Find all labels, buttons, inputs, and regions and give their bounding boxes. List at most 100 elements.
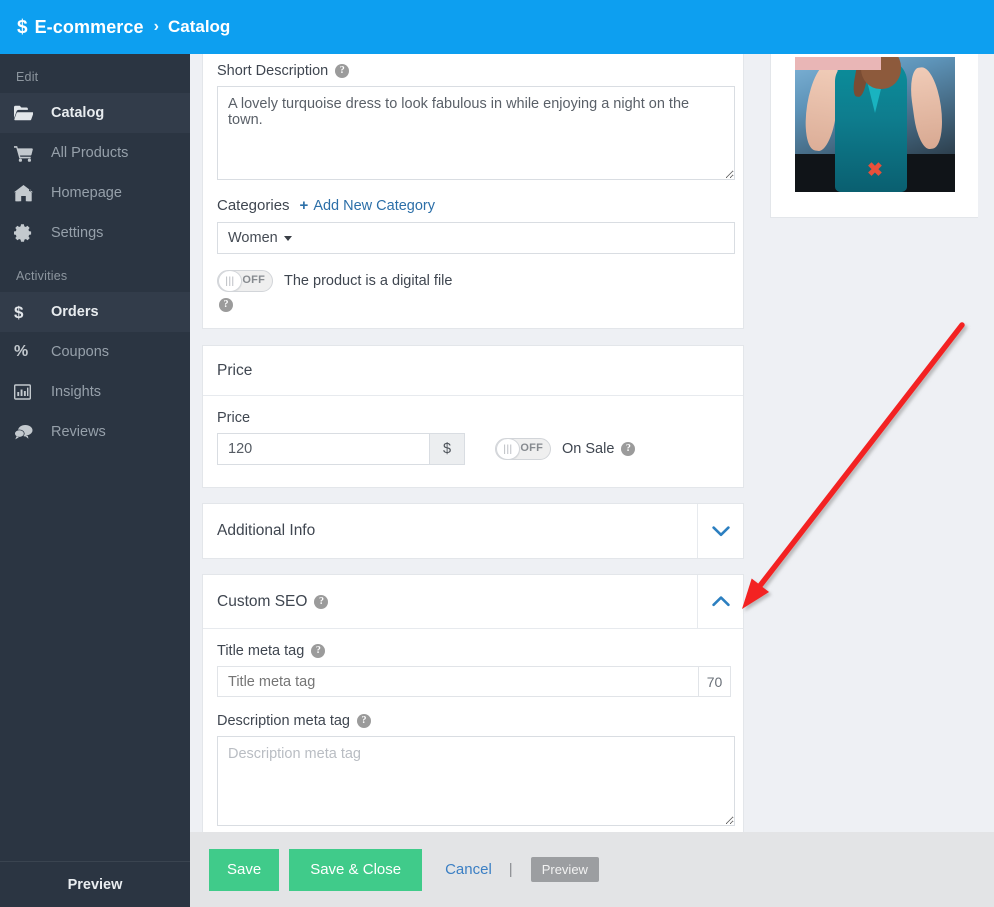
help-icon[interactable]: ? [219, 298, 233, 312]
price-card: Price Price $ OFF ||| [202, 345, 744, 488]
on-sale-toggle-state: OFF [520, 442, 543, 454]
main-content: Short Description ? A lovely turquoise d… [190, 54, 994, 907]
add-new-category-label: Add New Category [313, 197, 436, 214]
categories-label: Categories [217, 197, 290, 214]
preview-button[interactable]: Preview [530, 857, 599, 882]
price-field-label-text: Price [217, 410, 251, 426]
percent-icon: % [14, 343, 29, 360]
sidebar-item-label: Reviews [51, 423, 106, 440]
title-meta-label: Title meta tag ? [217, 643, 729, 659]
price-field-label: Price [217, 410, 729, 426]
sidebar-section-label-edit: Edit [16, 70, 39, 84]
home-icon [14, 184, 40, 202]
price-input[interactable] [217, 433, 429, 465]
sidebar: Edit Catalog All Products Homepage Setti… [0, 54, 190, 907]
digital-file-toggle-state: OFF [242, 274, 265, 286]
product-details-card: Short Description ? A lovely turquoise d… [202, 54, 744, 329]
brand-name[interactable]: E-commerce [35, 17, 144, 38]
title-meta-label-text: Title meta tag [217, 643, 305, 659]
description-meta-input[interactable] [217, 736, 735, 826]
price-card-header: Price [203, 346, 743, 396]
help-icon[interactable]: ? [356, 714, 371, 728]
toggle-knob: ||| [218, 271, 242, 291]
sidebar-item-reviews[interactable]: Reviews [0, 412, 190, 452]
sidebar-preview-button[interactable]: Preview [0, 861, 190, 907]
digital-file-toggle[interactable]: OFF ||| [217, 270, 273, 292]
folder-open-icon [14, 105, 40, 121]
sidebar-item-coupons[interactable]: % Coupons [0, 332, 190, 372]
sidebar-item-all-products[interactable]: All Products [0, 133, 190, 173]
sidebar-item-orders[interactable]: $ Orders [0, 292, 190, 332]
help-icon[interactable]: ? [335, 64, 350, 78]
sidebar-item-label: All Products [51, 144, 129, 161]
save-and-close-button[interactable]: Save & Close [289, 848, 423, 891]
sidebar-item-settings[interactable]: Settings [0, 213, 190, 253]
sidebar-section-label-activities: Activities [16, 269, 68, 283]
price-card-header-text: Price [217, 361, 253, 379]
image-top-band [795, 57, 881, 70]
comments-icon [14, 424, 40, 440]
digital-file-label: The product is a digital file [284, 273, 453, 289]
price-row: $ OFF ||| On Sale ? [217, 433, 729, 465]
title-meta-input[interactable] [218, 667, 698, 696]
media-panel: ✖ [770, 54, 994, 218]
categories-select[interactable]: Women [217, 222, 735, 254]
categories-selected-value: Women [228, 230, 278, 246]
short-description-label: Short Description ? [217, 63, 729, 79]
sidebar-item-homepage[interactable]: Homepage [0, 173, 190, 213]
action-divider: | [508, 861, 513, 878]
remove-x-icon[interactable]: ✖ [867, 161, 883, 180]
title-meta-counter: 70 [698, 667, 730, 696]
price-input-group: $ [217, 433, 465, 465]
custom-seo-card: Custom SEO ? Title meta tag ? Title meta… [202, 574, 744, 841]
title-meta-input-group: 70 [217, 666, 731, 697]
dollar-sign-icon: $ [17, 16, 28, 38]
form-column: Short Description ? A lovely turquoise d… [202, 54, 756, 850]
gear-icon [14, 224, 40, 242]
cancel-link[interactable]: Cancel [445, 861, 492, 878]
breadcrumb-separator: › [153, 18, 159, 35]
dollar-sign-icon: $ [14, 302, 24, 322]
custom-seo-header[interactable]: Custom SEO ? [203, 575, 743, 629]
short-description-label-text: Short Description [217, 63, 329, 79]
sidebar-item-label: Settings [51, 224, 104, 241]
bar-chart-icon [14, 384, 40, 400]
sidebar-item-label: Homepage [51, 184, 122, 201]
plus-icon: + [299, 197, 309, 214]
breadcrumb-current[interactable]: Catalog [168, 17, 230, 37]
sidebar-item-insights[interactable]: Insights [0, 372, 190, 412]
digital-file-row: OFF ||| The product is a digital file [217, 270, 729, 292]
help-icon[interactable]: ? [621, 442, 636, 456]
additional-info-title: Additional Info [217, 522, 315, 540]
sidebar-item-catalog[interactable]: Catalog [0, 93, 190, 133]
custom-seo-title: Custom SEO ? [217, 592, 329, 611]
on-sale-label: On Sale [562, 441, 615, 457]
currency-addon: $ [429, 433, 465, 465]
on-sale-toggle[interactable]: OFF ||| [495, 438, 551, 460]
custom-seo-title-text: Custom SEO [217, 592, 308, 610]
sidebar-item-label: Coupons [51, 343, 110, 360]
add-new-category-button[interactable]: + Add New Category [300, 197, 435, 214]
sidebar-item-label: Orders [51, 303, 99, 320]
chevron-down-icon [283, 235, 292, 241]
top-bar: $ E-commerce › Catalog [0, 0, 994, 54]
chevron-down-icon[interactable] [697, 504, 743, 558]
vertical-scrollbar[interactable] [978, 54, 994, 907]
sidebar-item-label: Insights [51, 383, 101, 400]
additional-info-card[interactable]: Additional Info [202, 503, 744, 559]
help-icon[interactable]: ? [311, 644, 326, 658]
sidebar-item-label: Catalog [51, 104, 105, 121]
short-description-input[interactable]: A lovely turquoise dress to look fabulou… [217, 86, 735, 180]
on-sale-row: OFF ||| On Sale ? [495, 438, 636, 460]
description-meta-label-text: Description meta tag [217, 713, 350, 729]
toggle-knob: ||| [496, 439, 520, 459]
chevron-up-icon[interactable] [697, 575, 743, 628]
description-meta-label: Description meta tag ? [217, 713, 729, 729]
categories-row: Categories + Add New Category [217, 197, 729, 214]
additional-info-header[interactable]: Additional Info [203, 504, 743, 558]
save-button[interactable]: Save [209, 848, 280, 891]
shopping-cart-icon [14, 145, 40, 162]
help-icon[interactable]: ? [314, 594, 329, 609]
action-bar: Save Save & Close Cancel | Preview [190, 832, 994, 907]
additional-info-title-text: Additional Info [217, 522, 316, 539]
